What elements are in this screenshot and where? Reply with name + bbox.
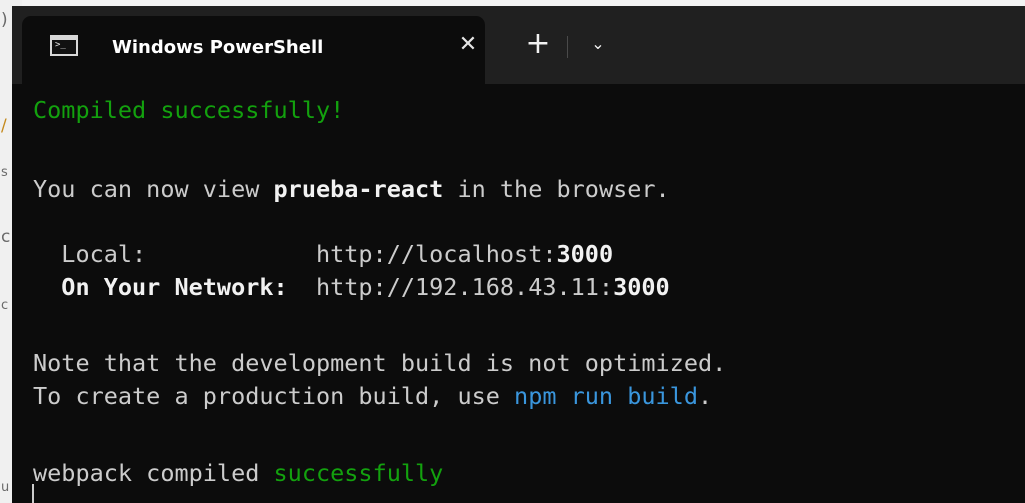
background-fragment: ) <box>1 10 8 30</box>
local-url: http://localhost: <box>315 240 557 268</box>
close-tab-button[interactable]: ✕ <box>454 31 482 59</box>
note-line-2: To create a production build, use npm ru… <box>33 382 713 410</box>
background-fragment: u <box>1 480 10 495</box>
tab-windows-powershell[interactable]: >_ Windows PowerShell ✕ <box>22 16 485 84</box>
chevron-down-icon: ⌄ <box>591 34 605 53</box>
webpack-status-line: webpack compiled successfully <box>33 459 444 487</box>
powershell-window: >_ Windows PowerShell ✕ + ⌄ Compiled suc… <box>12 6 1025 503</box>
background-fragment: c <box>1 298 9 313</box>
webpack-status: successfully <box>273 459 444 487</box>
build-command: npm run build <box>514 382 698 410</box>
view-message: You can now view prueba-react in the bro… <box>33 175 670 203</box>
title-bar[interactable]: >_ Windows PowerShell ✕ + ⌄ <box>12 6 1025 84</box>
local-address-line: Local: http://localhost:3000 <box>33 239 613 269</box>
powershell-icon: >_ <box>50 35 78 56</box>
terminal-output[interactable]: Compiled successfully! You can now view … <box>12 84 1025 503</box>
background-fragment: / <box>1 116 7 136</box>
text-cursor <box>32 484 34 503</box>
new-tab-button[interactable]: + <box>524 29 552 59</box>
app-name: prueba-react <box>273 175 444 203</box>
local-port: 3000 <box>556 240 614 268</box>
plus-icon: + <box>525 26 551 61</box>
close-icon: ✕ <box>458 32 478 57</box>
background-fragment: c <box>1 227 11 247</box>
network-port: 3000 <box>613 273 670 301</box>
toolbar-divider <box>567 36 568 58</box>
tab-dropdown-button[interactable]: ⌄ <box>584 30 612 58</box>
network-address-line: On Your Network: http://192.168.43.11:30… <box>33 272 670 302</box>
network-label: On Your Network: <box>33 273 316 301</box>
tab-title: Windows PowerShell <box>112 37 324 58</box>
compiled-message: Compiled successfully! <box>33 96 345 124</box>
background-fragment: s <box>1 165 8 180</box>
local-label: Local: <box>33 240 316 268</box>
note-line-1: Note that the development build is not o… <box>33 349 727 377</box>
network-url: http://192.168.43.11: <box>315 273 614 301</box>
